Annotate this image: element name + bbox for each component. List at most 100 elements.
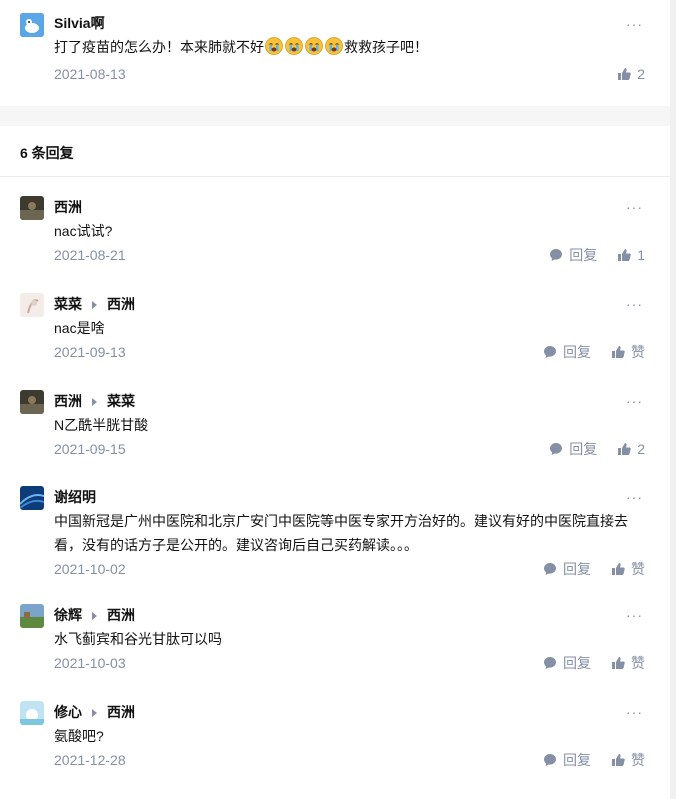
avatar[interactable] xyxy=(20,293,44,317)
comment-text-part: 救救孩子吧！ xyxy=(344,39,428,55)
scrollbar[interactable] xyxy=(670,0,676,799)
avatar[interactable] xyxy=(20,701,44,725)
more-options-icon[interactable]: ··· xyxy=(626,705,642,723)
thumbs-up-icon xyxy=(612,346,625,358)
reply-text: N乙酰半胱甘酸 xyxy=(54,417,149,433)
reply-button[interactable]: 回复 xyxy=(543,653,591,673)
reply-bubble-icon xyxy=(544,657,556,669)
avatar-image xyxy=(20,196,44,220)
reply-text: 水飞蓟宾和谷光甘肽可以吗 xyxy=(54,631,222,647)
avatar[interactable] xyxy=(20,486,44,510)
reply-button[interactable]: 回复 xyxy=(549,245,597,265)
crying-face-icon xyxy=(285,37,303,55)
author-name[interactable]: 菜菜 xyxy=(54,296,82,312)
thumbs-up-icon xyxy=(618,443,631,455)
reply-text: 中国新冠是广州中医院和北京广安门中医院等中医专家开方治好的。建议有好的中医院直接… xyxy=(54,513,628,553)
crying-face-icon xyxy=(265,37,283,55)
reply-label: 回复 xyxy=(563,344,591,360)
reply-bubble-icon xyxy=(544,563,556,575)
reply-date: 2021-12-28 xyxy=(54,752,126,768)
reply-author-line: 修心 西洲 xyxy=(54,702,135,722)
comment-text-part: 打了疫苗的怎么办！本来肺就不好 xyxy=(54,39,264,55)
crying-face-icon xyxy=(305,37,323,55)
like-button[interactable]: 2 xyxy=(617,441,645,457)
top-comment: Silvia啊 ··· 打了疫苗的怎么办！本来肺就不好 救救孩子吧！ 2021-0… xyxy=(0,0,670,106)
like-button[interactable]: 2 xyxy=(617,66,645,82)
like-button[interactable]: 赞 xyxy=(611,653,645,673)
author-name[interactable]: 谢绍明 xyxy=(54,489,96,505)
comment-date: 2021-08-13 xyxy=(54,66,126,82)
reply-label: 回复 xyxy=(569,247,598,263)
avatar-image xyxy=(20,390,44,414)
more-options-icon[interactable]: ··· xyxy=(626,200,642,218)
more-options-icon[interactable]: ··· xyxy=(626,17,642,35)
reply-author-line: 西洲 菜菜 xyxy=(54,391,135,411)
like-button[interactable]: 赞 xyxy=(611,559,645,579)
reply-arrow-icon xyxy=(92,397,97,406)
reply-actions: 回复 赞 xyxy=(523,342,645,362)
like-count: 赞 xyxy=(631,561,645,577)
thumbs-up-icon xyxy=(612,657,625,669)
reply-button[interactable]: 回复 xyxy=(549,439,597,459)
reply-bubble-icon xyxy=(544,346,556,358)
reply-date: 2021-09-15 xyxy=(54,441,126,457)
reply-text: 氨酸吧? xyxy=(54,728,104,744)
reply-to-name[interactable]: 西洲 xyxy=(107,704,135,720)
thumbs-up-icon xyxy=(612,754,625,766)
comment-author[interactable]: Silvia啊 xyxy=(54,13,105,33)
like-count: 赞 xyxy=(631,344,645,360)
author-name[interactable]: Silvia啊 xyxy=(54,15,105,31)
reply-text: nac是啥 xyxy=(54,320,105,336)
reply-arrow-icon xyxy=(92,300,97,309)
like-count: 2 xyxy=(637,66,645,82)
avatar-image xyxy=(20,293,44,317)
author-name[interactable]: 徐辉 xyxy=(54,607,82,623)
avatar-image xyxy=(20,604,44,628)
reply-label: 回复 xyxy=(569,441,598,457)
reply-date: 2021-09-13 xyxy=(54,344,126,360)
thumbs-up-icon xyxy=(612,563,625,575)
avatar-image xyxy=(20,701,44,725)
avatar[interactable] xyxy=(20,13,44,37)
section-gap xyxy=(0,106,670,126)
avatar-icon xyxy=(20,13,44,37)
divider xyxy=(0,176,670,177)
reply-button[interactable]: 回复 xyxy=(543,342,591,362)
reply-actions: 回复 赞 xyxy=(523,653,645,673)
reply-author-line: 徐辉 西洲 xyxy=(54,605,135,625)
like-button[interactable]: 1 xyxy=(617,247,645,263)
avatar[interactable] xyxy=(20,390,44,414)
comment-actions: 2 xyxy=(597,64,645,84)
reply-button[interactable]: 回复 xyxy=(543,559,591,579)
more-options-icon[interactable]: ··· xyxy=(626,297,642,315)
reply-author-line: 菜菜 西洲 xyxy=(54,294,135,314)
avatar-image xyxy=(20,486,44,510)
reply-arrow-icon xyxy=(92,611,97,620)
more-options-icon[interactable]: ··· xyxy=(626,490,642,508)
reply-arrow-icon xyxy=(92,708,97,717)
avatar[interactable] xyxy=(20,604,44,628)
author-name[interactable]: 西洲 xyxy=(54,199,82,215)
crying-face-icon xyxy=(325,37,343,55)
reply-label: 回复 xyxy=(563,752,591,768)
reply-to-name[interactable]: 西洲 xyxy=(107,607,135,623)
replies-count-header: 6 条回复 xyxy=(20,145,74,161)
like-button[interactable]: 赞 xyxy=(611,750,645,770)
author-name[interactable]: 修心 xyxy=(54,704,82,720)
more-options-icon[interactable]: ··· xyxy=(626,608,642,626)
like-count: 赞 xyxy=(631,655,645,671)
reply-actions: 回复 2 xyxy=(529,439,645,459)
like-button[interactable]: 赞 xyxy=(611,342,645,362)
reply-label: 回复 xyxy=(563,561,591,577)
author-name[interactable]: 西洲 xyxy=(54,393,82,409)
reply-button[interactable]: 回复 xyxy=(543,750,591,770)
reply-date: 2021-10-02 xyxy=(54,561,126,577)
reply-actions: 回复 1 xyxy=(529,245,645,265)
reply-to-name[interactable]: 西洲 xyxy=(107,296,135,312)
avatar[interactable] xyxy=(20,196,44,220)
more-options-icon[interactable]: ··· xyxy=(626,394,642,412)
reply-author-line: 谢绍明 xyxy=(54,487,96,507)
reply-to-name[interactable]: 菜菜 xyxy=(107,393,135,409)
reply-bubble-icon xyxy=(544,754,556,766)
reply-text: nac试试? xyxy=(54,223,113,239)
